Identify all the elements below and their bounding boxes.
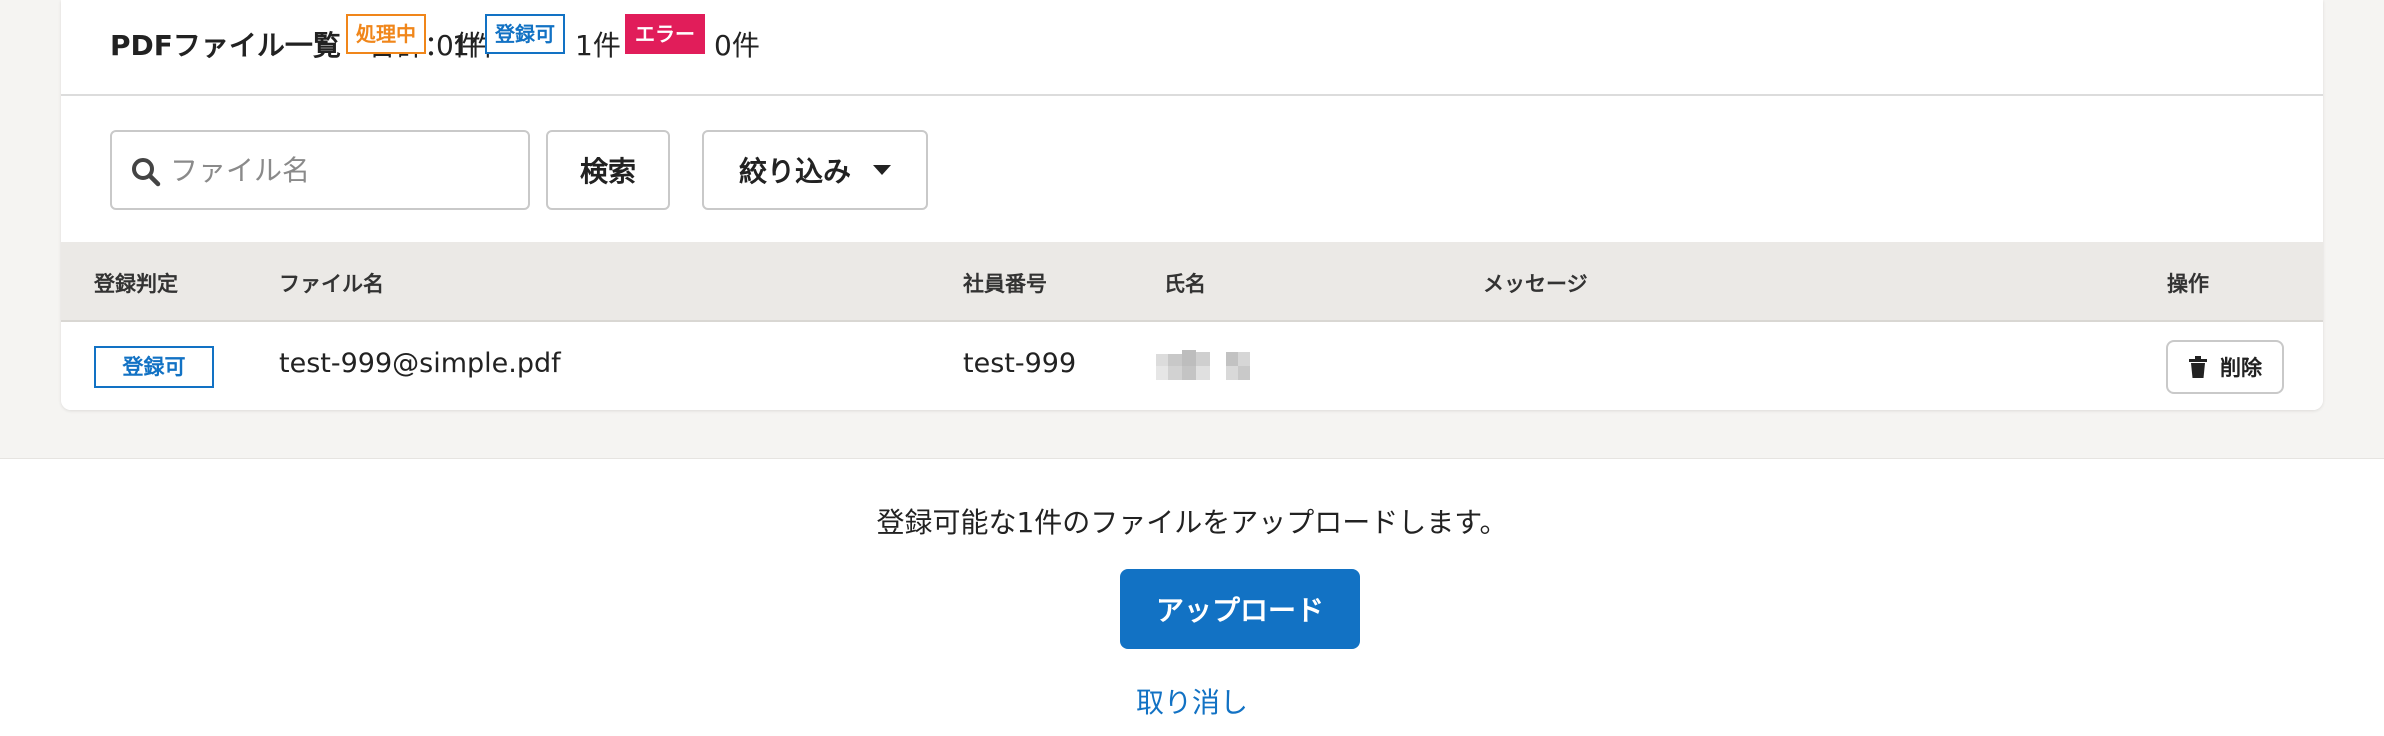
- search-icon: [132, 158, 161, 187]
- processing-count: 0件: [436, 29, 482, 62]
- redacted-name: [1156, 350, 1250, 380]
- search-button-label: 検索: [579, 155, 636, 188]
- column-header-actions: 操作: [2167, 272, 2209, 296]
- caret-down-icon: [873, 165, 891, 175]
- employee-no-cell: test-999: [963, 348, 1077, 379]
- column-header-employee-no: 社員番号: [963, 272, 1047, 296]
- page-title: PDFファイル一覧: [110, 29, 341, 62]
- column-header-status: 登録判定: [94, 272, 178, 296]
- table-row: 登録可 test-999@simple.pdf test-999 削除: [61, 322, 2323, 410]
- upload-footer: 登録可能な1件のファイルをアップロードします。 アップロード 取り消し: [0, 458, 2384, 736]
- upload-message: 登録可能な1件のファイルをアップロードします。: [876, 506, 1508, 539]
- error-badge: エラー: [625, 14, 705, 54]
- search-box[interactable]: [110, 130, 530, 210]
- filter-button[interactable]: 絞り込み: [702, 130, 928, 210]
- ok-badge: 登録可: [485, 14, 565, 54]
- search-input[interactable]: [170, 146, 510, 194]
- cancel-link[interactable]: 取り消し: [0, 681, 2384, 721]
- ok-count: 1件: [575, 29, 621, 62]
- file-name-cell: test-999@simple.pdf: [279, 348, 561, 379]
- summary-bar: PDFファイル一覧 合計：1件 処理中 0件 登録可 1件 エラー 0件: [61, 0, 2323, 96]
- pdf-file-list-card: PDFファイル一覧 合計：1件 処理中 0件 登録可 1件 エラー 0件 検索 …: [61, 0, 2323, 410]
- search-button[interactable]: 検索: [546, 130, 670, 210]
- trash-icon: [2189, 356, 2207, 378]
- error-count: 0件: [714, 29, 760, 62]
- delete-button-label: 削除: [2220, 356, 2262, 380]
- column-header-name: 氏名: [1164, 272, 1206, 296]
- delete-button[interactable]: 削除: [2166, 340, 2284, 394]
- table-header: 登録判定 ファイル名 社員番号 氏名 メッセージ 操作: [61, 242, 2323, 322]
- column-header-file-name: ファイル名: [279, 272, 384, 296]
- upload-button[interactable]: アップロード: [1120, 569, 1360, 649]
- filter-button-label: 絞り込み: [738, 155, 851, 188]
- column-header-message: メッセージ: [1483, 272, 1588, 296]
- status-badge: 登録可: [94, 346, 214, 388]
- processing-badge: 処理中: [346, 14, 426, 54]
- upload-button-label: アップロード: [1155, 595, 1324, 626]
